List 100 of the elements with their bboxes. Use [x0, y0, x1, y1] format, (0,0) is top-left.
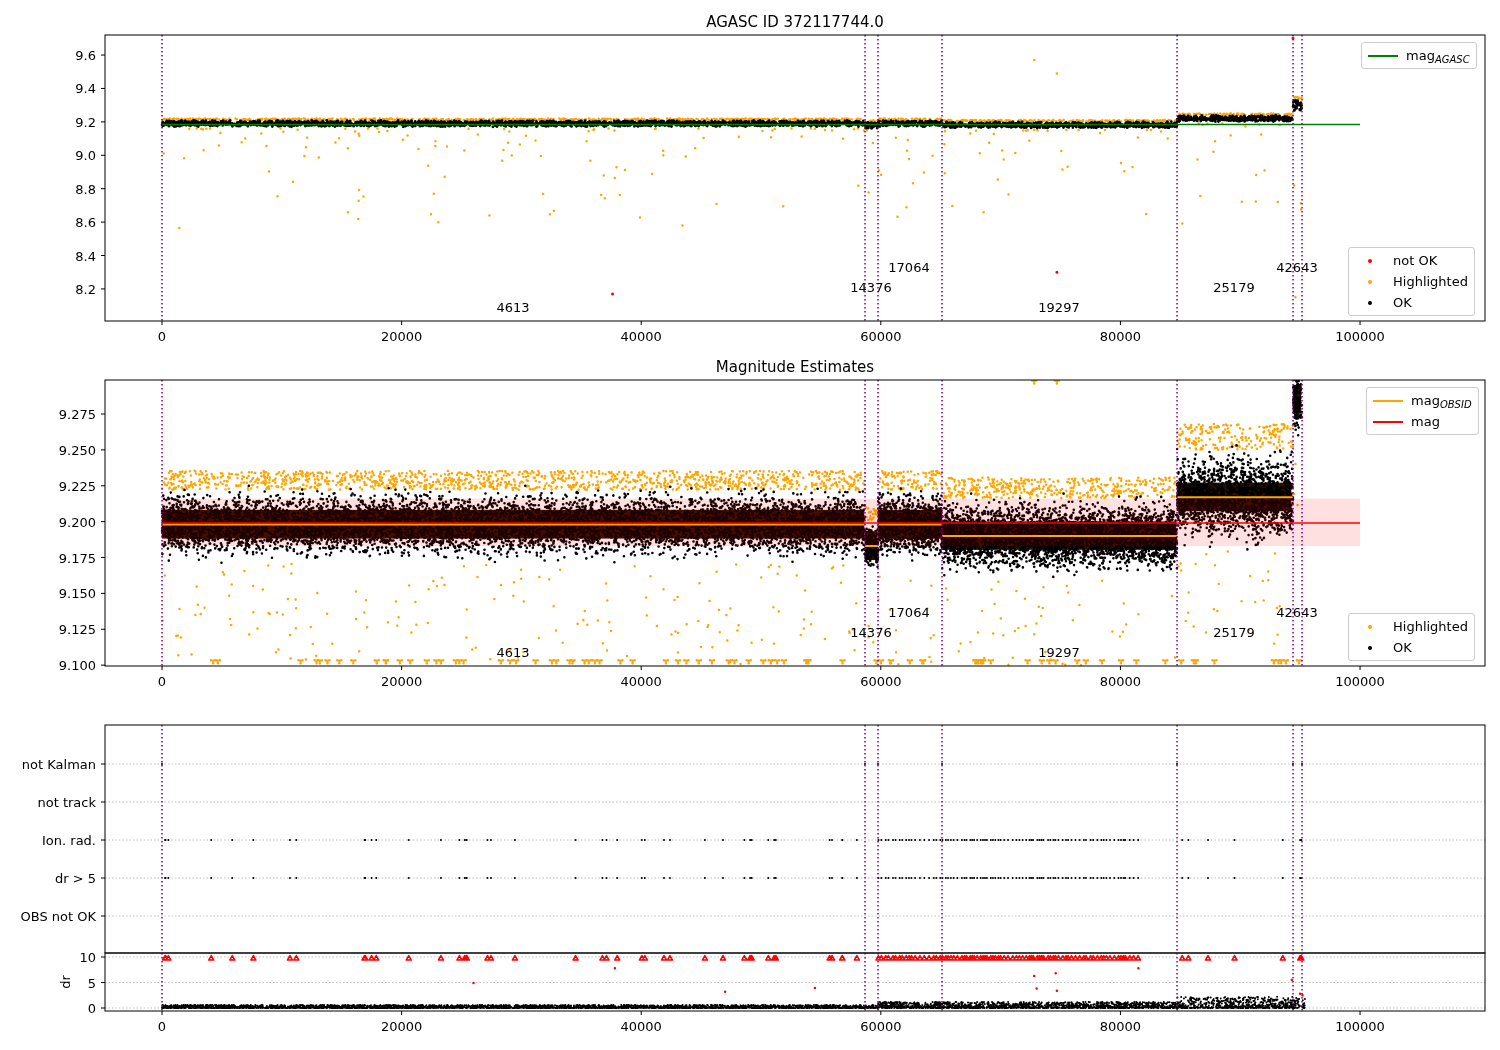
tick-label: 9.175 — [58, 550, 96, 566]
tick-mark — [401, 1010, 403, 1016]
tick-label: 9.4 — [75, 81, 96, 97]
legend-label: OK — [1393, 641, 1412, 654]
tick-mark — [401, 320, 403, 326]
obsid-label: 19297 — [1038, 645, 1080, 660]
chart-title: Magnitude Estimates — [715, 358, 875, 376]
tick-mark — [1119, 665, 1121, 671]
tick-mark — [100, 87, 106, 89]
obsid-label: 25179 — [1213, 280, 1255, 295]
tick-mark — [100, 1007, 106, 1009]
tick-mark — [100, 763, 106, 765]
obsid-label: 14376 — [850, 625, 892, 640]
legend-label: mag$_{AGASC}$ — [1406, 49, 1470, 62]
obsid-label: 42643 — [1276, 605, 1318, 620]
tick-label: 9.200 — [58, 514, 96, 530]
tick-mark — [100, 801, 106, 803]
tick-label: 80000 — [1099, 674, 1142, 689]
tick-mark — [161, 320, 163, 326]
legend-label: Highlighted — [1393, 275, 1468, 288]
obsid-label: 25179 — [1213, 625, 1255, 640]
tick-mark — [1119, 320, 1121, 326]
tick-mark — [100, 54, 106, 56]
tick-label: 9.275 — [58, 407, 96, 422]
tick-mark — [161, 665, 163, 671]
tick-label: 80000 — [1099, 329, 1142, 344]
tick-mark — [1359, 320, 1361, 326]
tick-label: 80000 — [1099, 1019, 1142, 1034]
tick-mark — [100, 839, 106, 841]
tick-label: 40000 — [620, 1019, 662, 1034]
tick-mark — [100, 664, 106, 666]
tick-label: 9.2 — [75, 114, 96, 130]
tick-label: 60000 — [860, 1019, 902, 1034]
tick-label: 100000 — [1335, 674, 1385, 689]
obsid-label: 19297 — [1038, 300, 1080, 315]
tick-mark — [100, 188, 106, 190]
tick-label: 20000 — [380, 329, 423, 344]
tick-label: 100000 — [1335, 1019, 1385, 1034]
tick-label: 20000 — [380, 674, 423, 689]
tick-label: 8.6 — [75, 215, 96, 231]
tick-mark — [640, 1010, 642, 1016]
obsid-label: 4613 — [496, 645, 530, 660]
tick-label: 9.100 — [58, 658, 96, 674]
tick-mark — [880, 665, 882, 671]
tick-label: 5 — [87, 975, 96, 991]
tick-mark — [401, 665, 403, 671]
tick-mark — [640, 665, 642, 671]
tick-label: 0 — [87, 1001, 96, 1016]
legend-label: OK — [1393, 296, 1412, 309]
tick-mark — [100, 121, 106, 123]
tick-label: 8.4 — [75, 248, 96, 264]
category-label: OBS not OK — [20, 909, 96, 924]
tick-mark — [100, 982, 106, 983]
tick-label: 9.125 — [58, 622, 96, 638]
tick-mark — [100, 915, 106, 917]
tick-mark — [100, 956, 106, 958]
chart-title: AGASC ID 372117744.0 — [706, 13, 884, 31]
tick-mark — [100, 485, 106, 487]
tick-mark — [100, 557, 106, 558]
tick-label: 9.0 — [75, 148, 96, 164]
axis-label: dr — [58, 975, 73, 989]
category-label: Ion. rad. — [42, 833, 96, 848]
tick-label: 9.6 — [75, 48, 96, 64]
tick-label: 9.225 — [58, 478, 96, 494]
tick-mark — [100, 877, 106, 879]
tick-mark — [100, 288, 106, 290]
tick-label: 40000 — [620, 329, 662, 344]
tick-mark — [880, 1010, 882, 1016]
tick-mark — [1119, 1010, 1121, 1016]
legend-label: mag$_{OBSID}$ — [1411, 394, 1472, 407]
obsid-label: 42643 — [1276, 260, 1318, 275]
legend-label: mag — [1411, 415, 1440, 428]
tick-mark — [100, 592, 106, 594]
tick-label: 60000 — [860, 674, 902, 689]
obsid-label: 17064 — [888, 605, 930, 620]
tick-label: 9.150 — [58, 586, 96, 602]
tick-mark — [1359, 1010, 1361, 1016]
tick-mark — [100, 628, 106, 630]
tick-label: 60000 — [860, 329, 902, 344]
tick-mark — [880, 320, 882, 326]
tick-mark — [100, 255, 106, 256]
tick-label: 0 — [157, 329, 167, 344]
legend-label: not OK — [1393, 254, 1438, 267]
tick-label: 9.250 — [58, 442, 96, 458]
tick-label: 10 — [79, 950, 96, 965]
tick-label: 40000 — [620, 674, 662, 689]
tick-label: 8.8 — [75, 181, 96, 197]
tick-mark — [1359, 665, 1361, 671]
tick-mark — [100, 221, 106, 223]
tick-mark — [100, 449, 106, 451]
obsid-label: 4613 — [496, 300, 530, 315]
tick-label: 8.2 — [75, 281, 96, 297]
tick-mark — [640, 320, 642, 326]
tick-mark — [161, 1010, 163, 1016]
obsid-label: 17064 — [888, 260, 930, 275]
category-label: dr > 5 — [54, 871, 96, 886]
tick-mark — [100, 413, 106, 415]
tick-label: 100000 — [1335, 329, 1385, 344]
tick-label: 0 — [157, 674, 167, 689]
category-label: not Kalman — [21, 757, 96, 772]
